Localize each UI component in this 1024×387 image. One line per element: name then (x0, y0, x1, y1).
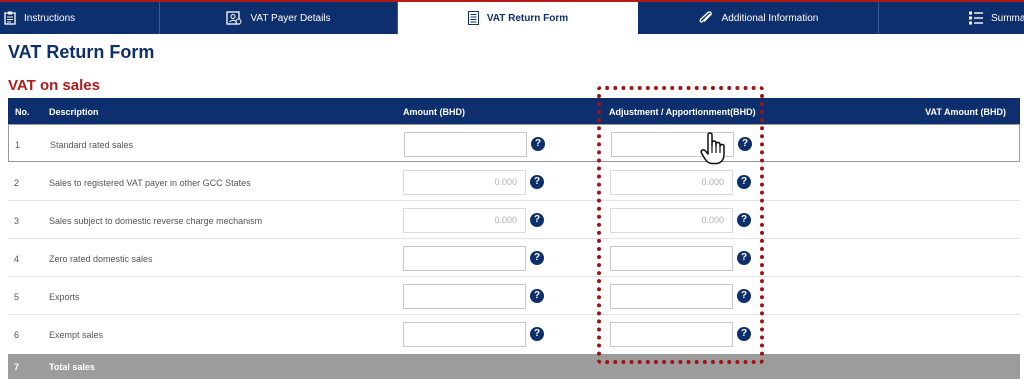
adjustment-input[interactable]: 0.000 (610, 170, 733, 195)
row-description: Sales to registered VAT payer in other G… (49, 178, 251, 188)
help-icon[interactable]: ? (530, 289, 544, 303)
hand-pointer-icon (700, 132, 726, 171)
bulleted-list-icon (969, 11, 983, 25)
table-row: 3 Sales subject to domestic reverse char… (8, 201, 1020, 239)
tab-vat-payer-details-label: VAT Payer Details (250, 12, 331, 24)
header-amount: Amount (BHD) (403, 107, 465, 117)
amount-input[interactable] (403, 246, 526, 271)
header-no: No. (15, 107, 30, 117)
adjustment-input[interactable] (610, 284, 733, 309)
amount-input[interactable] (404, 132, 527, 157)
help-icon[interactable]: ? (737, 175, 751, 189)
row-description: Zero rated domestic sales (49, 254, 153, 264)
row-description: Exports (49, 292, 80, 302)
amount-input[interactable]: 0.000 (403, 208, 526, 233)
amount-input[interactable] (403, 284, 526, 309)
adjustment-input[interactable] (610, 322, 733, 347)
row-number: 6 (14, 330, 20, 340)
help-icon[interactable]: ? (531, 137, 545, 151)
table-row: 4 Zero rated domestic sales ? ? (8, 239, 1020, 277)
help-icon[interactable]: ? (737, 213, 751, 227)
tab-vat-payer-details[interactable]: VAT Payer Details (160, 2, 398, 34)
help-icon[interactable]: ? (737, 327, 751, 341)
tab-additional-information-label: Additional Information (721, 12, 819, 24)
tab-summary-label: Summa (991, 12, 1024, 24)
help-icon[interactable]: ? (530, 175, 544, 189)
amount-input[interactable] (403, 322, 526, 347)
help-icon[interactable]: ? (738, 137, 752, 151)
total-row: 7 Total sales (8, 354, 1020, 379)
tab-bar: Instructions VAT Payer Details VAT Retur… (0, 0, 1024, 34)
help-icon[interactable]: ? (737, 289, 751, 303)
table-row: 1 Standard rated sales ? ? (8, 124, 1020, 162)
help-icon[interactable]: ? (530, 213, 544, 227)
paperclip-icon (698, 11, 714, 25)
table-header: No. Description Amount (BHD) Adjustment … (8, 98, 1020, 124)
id-card-icon (226, 11, 242, 25)
help-icon[interactable]: ? (530, 251, 544, 265)
tab-instructions-label: Instructions (24, 12, 76, 24)
row-number: 3 (14, 216, 20, 226)
tab-vat-return-form[interactable]: VAT Return Form (398, 2, 638, 34)
tab-additional-information[interactable]: Additional Information (638, 2, 879, 34)
help-icon[interactable]: ? (737, 251, 751, 265)
help-icon[interactable]: ? (530, 327, 544, 341)
header-description: Description (49, 107, 99, 117)
adjustment-input[interactable]: 0.000 (610, 208, 733, 233)
section-title: VAT on sales (8, 77, 100, 94)
header-vat-amount: VAT Amount (BHD) (925, 107, 1006, 117)
amount-input[interactable]: 0.000 (403, 170, 526, 195)
page-title: VAT Return Form (8, 42, 155, 62)
list-icon (467, 11, 479, 25)
row-description: Exempt sales (49, 330, 104, 340)
table-row: 2 Sales to registered VAT payer in other… (8, 163, 1020, 201)
tab-instructions[interactable]: Instructions (0, 2, 160, 34)
row-number: 4 (14, 254, 20, 264)
table-row: 6 Exempt sales ? ? (8, 315, 1020, 353)
table-row: 5 Exports ? ? (8, 277, 1020, 315)
row-description: Sales subject to domestic reverse charge… (49, 216, 263, 226)
total-description: Total sales (49, 362, 95, 372)
row-description: Standard rated sales (50, 140, 134, 150)
tab-summary[interactable]: Summa (879, 2, 1024, 34)
header-adjustment: Adjustment / Apportionment(BHD) (609, 107, 756, 117)
adjustment-input[interactable] (610, 246, 733, 271)
row-number: 5 (14, 292, 20, 302)
total-number: 7 (14, 362, 20, 372)
row-number: 1 (15, 140, 21, 150)
row-number: 2 (14, 178, 20, 188)
clipboard-icon (4, 11, 16, 25)
tab-vat-return-form-label: VAT Return Form (486, 12, 569, 24)
